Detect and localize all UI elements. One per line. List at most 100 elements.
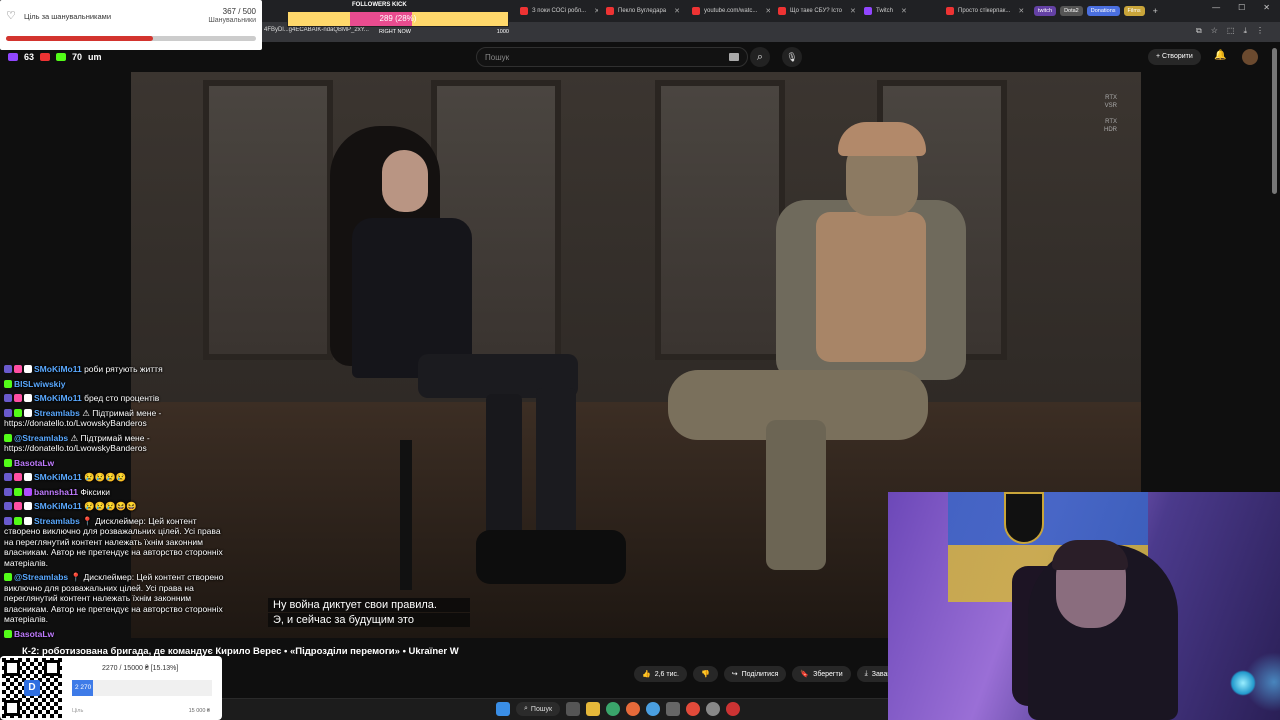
thumbs-down-icon: 👎	[700, 671, 710, 678]
page-scrollbar[interactable]	[1272, 48, 1277, 194]
firefox-icon[interactable]	[626, 702, 641, 716]
create-button[interactable]: + Створити	[1148, 49, 1201, 65]
chat-text: 😢😢😢😢	[84, 472, 127, 482]
minimize-icon[interactable]: —	[1212, 3, 1220, 12]
youtube-icon	[40, 53, 51, 61]
chat-badge-icon	[4, 629, 12, 638]
download-icon: ⤓	[864, 670, 868, 677]
close-tab-icon[interactable]: ✕	[1018, 7, 1024, 15]
like-count: 2,6 тис.	[654, 670, 679, 678]
download-icon[interactable]: ⤓	[1243, 26, 1247, 36]
browser-tab[interactable]: З поки СОСі робл... ✕	[514, 2, 598, 20]
save-button[interactable]: 🔖 Зберегти	[792, 666, 851, 682]
obs-icon[interactable]	[726, 702, 741, 716]
chat-text: бред сто процентів	[84, 393, 160, 403]
video-window	[203, 80, 333, 360]
video-window	[655, 80, 785, 360]
cast-icon[interactable]: ⧉	[1196, 26, 1202, 36]
browser-tab[interactable]: Що таке СБУ? Істо ✕	[772, 2, 856, 20]
chat-text: роби рятують життя	[84, 364, 163, 374]
qr-corner	[4, 700, 20, 716]
browser-tab[interactable]: Просто стікерпак... ✕	[940, 2, 1024, 20]
browser-tab[interactable]: Twitch ✕	[858, 2, 938, 20]
chat-badge-icon	[24, 408, 32, 417]
chat-badge-icon	[4, 394, 12, 402]
chat-badge-icon	[24, 365, 32, 373]
chat-username: SMoKiMo11	[34, 393, 82, 403]
maximize-icon[interactable]: ☐	[1238, 3, 1245, 12]
like-button[interactable]: 👍 2,6 тис.	[634, 666, 687, 682]
heart-icon: ♡	[6, 10, 16, 22]
thumbs-up-icon: 👍	[642, 671, 651, 678]
bookmark-group-pill[interactable]: Films	[1123, 6, 1145, 16]
share-button[interactable]: ↪ Поділитися	[723, 666, 787, 682]
taskbar-search[interactable]: ⌕ Пошук	[516, 702, 561, 716]
tab-favicon	[778, 7, 786, 15]
close-tab-icon[interactable]: ✕	[765, 7, 770, 15]
bookmark-group-pill[interactable]: Dota2	[1060, 6, 1083, 16]
chat-text: Фіксики	[80, 486, 110, 497]
goal-title: Ціль за шанувальниками	[24, 12, 112, 21]
followers-kick-target: 1000	[496, 29, 509, 35]
chat-message: @Streamlabs 📍 Дисклеймер: Цей контент ст…	[4, 572, 226, 625]
bookmark-group-pill[interactable]: Donations	[1086, 6, 1120, 16]
taskbar-search-label: Пошук	[530, 705, 553, 713]
new-tab-icon[interactable]: +	[1153, 6, 1158, 16]
chat-username: SMoKiMo11	[34, 501, 82, 511]
followers-kick-value: 289 (28%)	[379, 14, 417, 23]
search-button[interactable]: ⌕	[750, 47, 770, 67]
goal-count: 367 / 500	[222, 7, 256, 16]
chat-badge-icon	[4, 458, 12, 467]
webcam-feed	[888, 492, 1280, 720]
close-icon[interactable]: ✕	[1263, 3, 1270, 12]
browser-tab[interactable]: youtube.com/watc... ✕	[686, 2, 770, 20]
edge-icon[interactable]	[606, 702, 621, 716]
woman-shin	[486, 394, 522, 544]
tab-label: Що таке СБУ? Істо	[790, 8, 842, 14]
task-view-icon[interactable]	[566, 702, 581, 716]
share-label: Поділитися	[741, 670, 779, 678]
tab-favicon	[864, 7, 872, 15]
account-avatar[interactable]	[1242, 49, 1258, 65]
woman-shin	[536, 388, 576, 538]
extension-icon[interactable]: ⬚	[1227, 26, 1235, 36]
chat-username: Streamlabs	[34, 407, 80, 418]
rtx-vsr-label: RTX VSR	[1104, 95, 1117, 109]
app-icon[interactable]	[666, 702, 681, 716]
url-text[interactable]: 4FByDl...g4ECABAIK-ndaQBMP_2xY...	[264, 27, 369, 33]
chat-username: BasotaLw	[14, 628, 55, 639]
tab-label: youtube.com/watc...	[704, 8, 758, 14]
browser-tab[interactable]: Пекло Вугледара ✕	[600, 2, 684, 20]
dislike-button[interactable]: 👎	[692, 666, 718, 682]
chat-badge-icon	[14, 394, 22, 402]
chat-badge-icon	[24, 394, 32, 402]
goal-progress-bar	[6, 36, 256, 41]
qr-corner	[44, 660, 60, 676]
chat-username: @Streamlabs	[14, 572, 69, 582]
chat-badge-icon	[14, 502, 22, 510]
donation-goal-target: 15 000 ₴	[188, 708, 210, 714]
close-tab-icon[interactable]: ✕	[850, 7, 856, 15]
keyboard-icon[interactable]	[729, 53, 739, 61]
chat-username: bannsha11	[34, 486, 78, 497]
boots	[476, 530, 626, 584]
chat-username: SMoKiMo11	[34, 364, 82, 374]
close-tab-icon[interactable]: ✕	[901, 7, 907, 15]
kick-icon	[56, 53, 67, 61]
bookmark-star-icon[interactable]: ☆	[1211, 26, 1218, 36]
telegram-icon[interactable]	[646, 702, 661, 716]
settings-icon[interactable]	[706, 702, 721, 716]
file-explorer-icon[interactable]	[586, 702, 601, 716]
notifications-bell-icon[interactable]: 🔔	[1214, 50, 1226, 61]
chat-badge-icon	[24, 502, 32, 510]
chrome-icon[interactable]	[686, 702, 701, 716]
close-tab-icon[interactable]: ✕	[674, 7, 680, 15]
voice-search-button[interactable]: 🎙	[782, 47, 802, 67]
windows-start-icon[interactable]	[496, 702, 510, 716]
menu-icon[interactable]: ⋮	[1256, 26, 1264, 36]
chat-message: BasotaLw	[4, 458, 226, 469]
donation-goal-label: Ціль	[72, 708, 84, 714]
bookmark-group-pill[interactable]: twitch	[1034, 6, 1057, 16]
close-tab-icon[interactable]: ✕	[594, 7, 598, 15]
search-input[interactable]: Пошук	[476, 47, 748, 67]
